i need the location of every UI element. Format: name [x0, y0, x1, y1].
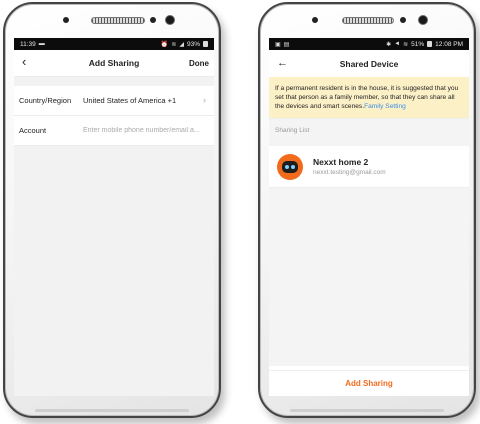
- empty-list-area: [269, 188, 469, 366]
- speaker-grille: [342, 17, 394, 24]
- right-screen: ▣ ▤ ✱ ◄ ≋ 51% 12:08 PM ← Shared Device I…: [269, 38, 469, 396]
- battery-icon: [427, 41, 433, 47]
- phone-top-bezel: [5, 4, 219, 36]
- bluetooth-icon: ✱: [386, 41, 392, 48]
- right-phone-frame: ▣ ▤ ✱ ◄ ≋ 51% 12:08 PM ← Shared Device I…: [258, 2, 476, 418]
- wifi-icon: ≋: [171, 41, 177, 48]
- country-region-value: United States of America +1: [83, 96, 177, 105]
- spacer: [14, 77, 214, 86]
- phone-bottom-bezel: [290, 409, 444, 412]
- family-notice-banner: If a permanent resident is in the house,…: [269, 77, 469, 118]
- page-title: Add Sharing: [88, 58, 140, 68]
- account-row: Account: [14, 116, 214, 146]
- phone-top-bezel: [260, 4, 474, 36]
- alarm-icon: ⏰: [160, 41, 169, 48]
- notification-icon: ▤: [283, 41, 290, 48]
- status-bar: 11:39 ▬ ⏰ ≋ ◢ 93%: [14, 38, 214, 50]
- sensor-dot: [400, 17, 406, 23]
- chevron-left-icon[interactable]: ‹: [22, 55, 26, 69]
- notification-icon: ▬: [38, 41, 45, 47]
- family-setting-link[interactable]: Family Setting: [364, 103, 406, 110]
- add-sharing-button[interactable]: Add Sharing: [269, 370, 469, 396]
- signal-icon: ◢: [179, 41, 184, 48]
- list-item[interactable]: Nexxt home 2 nexxt.testing@gmail.com: [269, 146, 469, 188]
- front-camera: [418, 15, 428, 25]
- robot-avatar-icon: [277, 153, 303, 180]
- header-bar: ← Shared Device: [269, 50, 469, 77]
- mute-icon: ◄: [394, 41, 401, 47]
- country-region-label: Country/Region: [19, 96, 72, 105]
- left-phone-frame: 11:39 ▬ ⏰ ≋ ◢ 93% ‹ Add Sharing Done Cou…: [3, 2, 221, 418]
- front-camera: [165, 15, 175, 25]
- done-button[interactable]: Done: [189, 59, 209, 68]
- battery-percent: 51%: [411, 40, 425, 48]
- sensor-dot: [312, 17, 318, 23]
- phone-bottom-bezel: [35, 409, 189, 412]
- page-title: Shared Device: [339, 58, 399, 69]
- sensor-dot: [150, 17, 156, 23]
- sharing-list-label: Sharing List: [269, 118, 469, 140]
- member-name: Nexxt home 2: [313, 157, 369, 167]
- header-bar: ‹ Add Sharing Done: [14, 50, 214, 77]
- account-label: Account: [19, 126, 47, 135]
- chevron-right-icon: ›: [203, 95, 206, 105]
- member-email: nexxt.testing@gmail.com: [313, 169, 386, 176]
- status-time: 11:39: [20, 40, 36, 48]
- wifi-icon: ≋: [403, 41, 409, 48]
- image-icon: ▣: [275, 41, 281, 48]
- speaker-grille: [91, 17, 145, 24]
- sensor-dot: [63, 17, 69, 23]
- arrow-left-icon[interactable]: ←: [277, 56, 288, 70]
- status-time: 12:08 PM: [435, 40, 463, 48]
- country-region-row[interactable]: Country/Region United States of America …: [14, 86, 214, 116]
- account-input[interactable]: [83, 127, 209, 134]
- status-bar: ▣ ▤ ✱ ◄ ≋ 51% 12:08 PM: [269, 38, 469, 50]
- left-screen: 11:39 ▬ ⏰ ≋ ◢ 93% ‹ Add Sharing Done Cou…: [14, 38, 214, 396]
- battery-icon: [203, 41, 208, 47]
- battery-percent: 93%: [186, 40, 200, 48]
